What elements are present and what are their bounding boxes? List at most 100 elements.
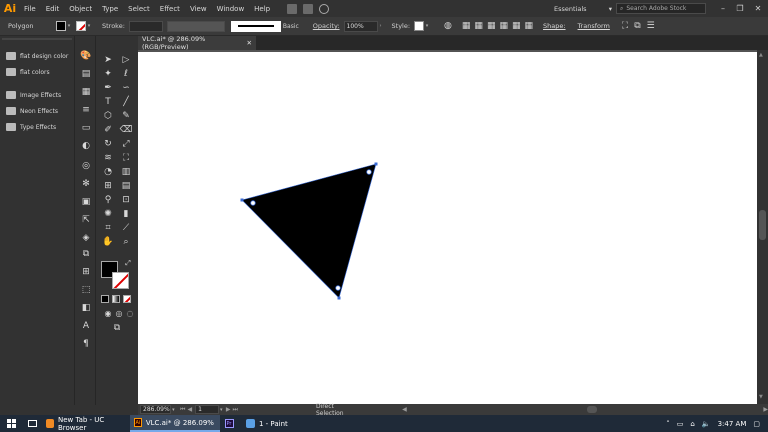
menu-object[interactable]: Object — [64, 5, 97, 13]
windows-start-icon[interactable] — [0, 415, 22, 432]
gradient-tool-icon[interactable]: ▤ — [119, 180, 133, 191]
align-left-icon[interactable]: ▦ — [462, 21, 471, 31]
menu-window[interactable]: Window — [212, 5, 250, 13]
chevron-up-icon[interactable]: ˄ — [666, 420, 670, 428]
screen-mode-icon[interactable]: ⧉ — [110, 322, 124, 333]
warp-tool-icon[interactable]: ≋ — [101, 152, 115, 163]
align-bottom-icon[interactable]: ▦ — [524, 21, 533, 31]
notifications-icon[interactable]: ▢ — [753, 420, 760, 428]
last-artboard-icon[interactable]: ⏭ — [233, 406, 238, 414]
stroke-weight-input[interactable] — [128, 20, 163, 32]
transform-panel-icon[interactable]: ⬚ — [79, 284, 93, 295]
layers-icon[interactable]: ◈ — [79, 232, 93, 243]
slice-tool-icon[interactable]: ⟋ — [119, 222, 133, 233]
artboard-number-input[interactable]: 1 — [195, 405, 219, 414]
network-icon[interactable]: ⌂ — [690, 420, 694, 428]
anchor-point[interactable] — [374, 162, 378, 166]
color-guide-icon[interactable]: ▤ — [79, 68, 93, 79]
lasso-tool-icon[interactable]: ℓ — [119, 68, 133, 79]
chevron-down-icon[interactable]: ▾ — [219, 407, 224, 413]
menu-edit[interactable]: Edit — [41, 5, 65, 13]
graphic-style-swatch[interactable] — [414, 21, 425, 31]
task-view-icon[interactable] — [22, 415, 42, 432]
symbol-sprayer-tool-icon[interactable]: ✺ — [101, 208, 115, 219]
shape-builder-tool-icon[interactable]: ◔ — [101, 166, 115, 177]
taskbar-item-premiere[interactable]: Pr — [220, 415, 242, 432]
triangle-shape[interactable] — [242, 164, 376, 298]
close-icon[interactable]: ✕ — [751, 2, 765, 14]
bridge-icon[interactable] — [287, 3, 298, 14]
character-icon[interactable]: A — [79, 320, 93, 331]
swap-fill-stroke-icon[interactable]: ⤢ — [121, 258, 135, 269]
stroke-swatch[interactable] — [76, 21, 86, 31]
align-middle-icon[interactable]: ▦ — [512, 21, 521, 31]
artboard-tool-icon[interactable]: ⌗ — [101, 222, 115, 233]
taskbar-item-paint[interactable]: 1 - Paint — [242, 415, 302, 432]
glyphs-icon[interactable]: ¶ — [79, 338, 93, 349]
scroll-up-icon[interactable]: ▲ — [759, 52, 763, 58]
anchor-point[interactable] — [240, 198, 244, 202]
variable-width-dropdown[interactable] — [166, 20, 225, 32]
brush-definition-dropdown[interactable] — [230, 20, 281, 32]
workspace-switcher[interactable]: Essentials ▾ — [554, 3, 612, 14]
panel-item-flat-design-color[interactable]: flat design color — [6, 50, 68, 62]
horizontal-scroll-thumb[interactable] — [586, 406, 598, 413]
none-mode-icon[interactable] — [123, 295, 131, 303]
opacity-label[interactable]: Opacity: — [313, 22, 340, 30]
vertical-scrollbar[interactable]: ▲ ▼ — [757, 50, 768, 404]
selection-tool-icon[interactable]: ➤ — [101, 54, 115, 65]
adobe-stock-search[interactable]: ⌕ Search Adobe Stock — [616, 3, 706, 14]
gpu-performance-icon[interactable] — [319, 3, 330, 14]
pen-tool-icon[interactable]: ✒ — [101, 82, 115, 93]
align-top-icon[interactable]: ▦ — [499, 21, 508, 31]
rotate-tool-icon[interactable]: ↻ — [101, 138, 115, 149]
export-icon[interactable]: ⇱ — [79, 214, 93, 225]
zoom-input[interactable]: 286.09% — [140, 405, 171, 414]
menu-file[interactable]: File — [19, 5, 41, 13]
panel-item-image-effects[interactable]: Image Effects — [6, 89, 61, 101]
isolate-icon[interactable]: ⛶ — [622, 21, 628, 31]
next-artboard-icon[interactable]: ▶ — [226, 406, 231, 413]
taskbar-item-uc-browser[interactable]: New Tab - UC Browser — [42, 415, 130, 432]
menu-type[interactable]: Type — [97, 5, 123, 13]
chevron-down-icon[interactable]: › — [378, 23, 384, 29]
hand-tool-icon[interactable]: ✋ — [101, 236, 115, 247]
chevron-down-icon[interactable]: ▾ — [424, 23, 430, 29]
panel-menu-icon[interactable]: ☰ — [647, 21, 655, 31]
anchor-point[interactable] — [337, 296, 341, 300]
align-right-icon[interactable]: ▦ — [487, 21, 496, 31]
chevron-down-icon[interactable]: ▾ — [66, 23, 72, 29]
graphic-styles-icon[interactable]: ▣ — [79, 196, 93, 207]
curvature-tool-icon[interactable]: ∽ — [119, 82, 133, 93]
transparency-icon[interactable]: ◐ — [79, 140, 93, 151]
appearance-icon[interactable]: ◎ — [79, 160, 93, 171]
perspective-grid-tool-icon[interactable]: ▥ — [119, 166, 133, 177]
previous-artboard-icon[interactable]: ◀ — [187, 406, 192, 413]
align-center-icon[interactable]: ▦ — [474, 21, 483, 31]
shape-button[interactable]: Shape: — [543, 22, 566, 30]
stroke-color-box[interactable] — [112, 272, 129, 289]
first-artboard-icon[interactable]: ⏮ — [180, 406, 185, 414]
polygon-tool-icon[interactable]: ⬡ — [101, 110, 115, 121]
chevron-down-icon[interactable]: ▾ — [86, 23, 92, 29]
artboards-icon[interactable]: ⧉ — [79, 248, 93, 259]
scroll-left-icon[interactable]: ◀ — [402, 406, 407, 413]
draw-inside-icon[interactable]: ◌ — [123, 308, 137, 319]
type-tool-icon[interactable]: T — [101, 96, 115, 107]
volume-icon[interactable]: 🔈 — [702, 420, 711, 428]
pathfinder-icon[interactable]: ◧ — [79, 302, 93, 313]
eyedropper-tool-icon[interactable]: ⚲ — [101, 194, 115, 205]
menu-select[interactable]: Select — [123, 5, 155, 13]
corner-widget[interactable] — [250, 200, 256, 206]
artboard[interactable] — [138, 52, 757, 404]
free-transform-tool-icon[interactable]: ⛶ — [119, 152, 133, 163]
color-panel-icon[interactable]: 🎨 — [79, 50, 93, 61]
maximize-icon[interactable]: ❐ — [733, 2, 747, 14]
panel-grip[interactable] — [2, 38, 72, 40]
stroke-profile-label[interactable]: Basic — [283, 23, 299, 30]
scroll-down-icon[interactable]: ▼ — [759, 394, 763, 400]
transform-button[interactable]: Transform — [578, 22, 610, 30]
corner-widget[interactable] — [335, 285, 341, 291]
panel-item-flat-colors[interactable]: flat colors — [6, 66, 50, 78]
recolor-icon[interactable]: ◍ — [444, 21, 452, 31]
